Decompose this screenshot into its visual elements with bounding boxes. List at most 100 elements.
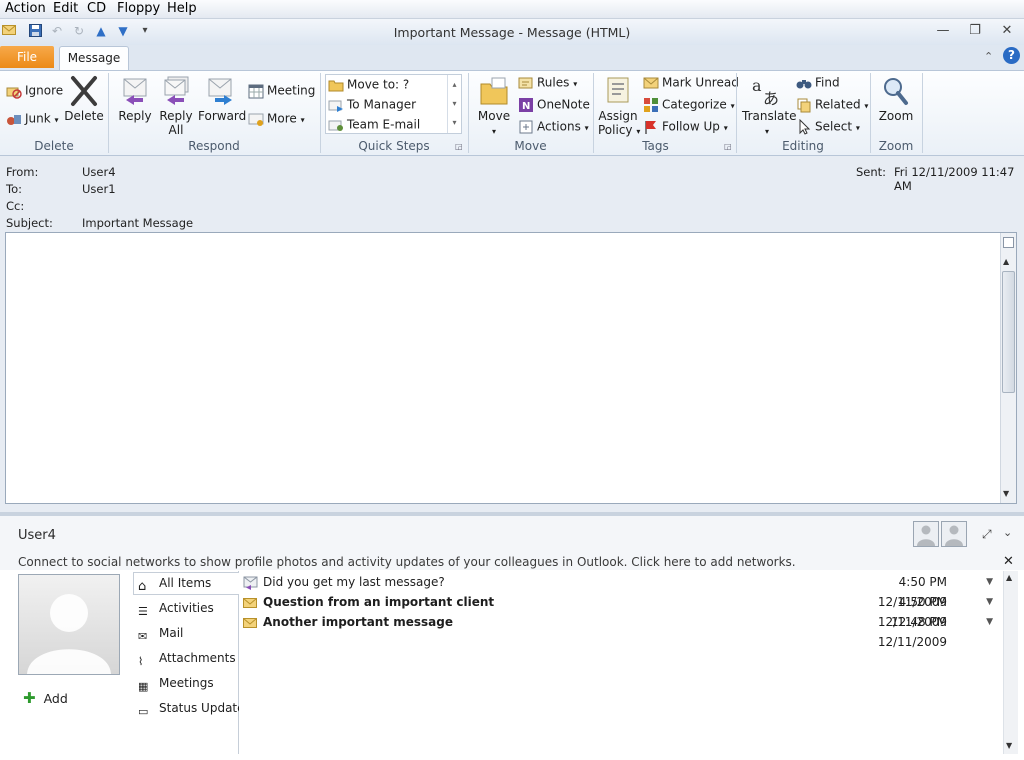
quick-step-to-manager[interactable]: To Manager xyxy=(328,97,416,113)
scroll-up-icon[interactable]: ▲ xyxy=(1006,573,1012,582)
quick-step-team-email[interactable]: Team E-mail xyxy=(328,117,420,133)
follow-up-button[interactable]: Follow Up ▾ xyxy=(643,119,728,135)
chevron-down-icon[interactable]: ▼ xyxy=(986,572,993,592)
ignore-label: Ignore xyxy=(25,83,64,98)
find-button[interactable]: Find xyxy=(796,75,840,91)
expand-icon[interactable]: ⤢ xyxy=(982,527,992,542)
from-label: From: xyxy=(6,165,39,179)
chevron-down-icon[interactable]: ⌄ xyxy=(1003,526,1012,539)
message-body[interactable] xyxy=(5,232,1017,504)
mark-unread-label: Mark Unread xyxy=(662,75,739,90)
close-notice-icon[interactable]: ✕ xyxy=(1003,554,1014,569)
ribbon: Ignore Junk ▾ Delete Delete Reply Reply … xyxy=(0,70,1024,156)
actions-label: Actions xyxy=(537,119,581,134)
binoculars-icon xyxy=(796,75,812,91)
to-value[interactable]: User1 xyxy=(82,182,116,196)
actions-icon xyxy=(518,119,534,135)
unread-mail-icon xyxy=(243,615,257,635)
mark-unread-icon xyxy=(643,75,659,91)
assign-policy-label-1: Assign xyxy=(598,109,638,123)
add-contact-button[interactable]: ✚ Add xyxy=(23,689,68,707)
scroll-up-icon[interactable]: ▲ xyxy=(1003,257,1009,266)
nav-mail[interactable]: ✉ Mail xyxy=(138,622,183,644)
reply-button[interactable]: Reply xyxy=(116,75,154,123)
dialog-launcher-icon[interactable]: ◲ xyxy=(724,142,732,151)
delete-label: Delete xyxy=(64,109,104,123)
item-subject: Did you get my last message? xyxy=(263,575,445,589)
social-networks-notice[interactable]: Connect to social networks to show profi… xyxy=(18,555,796,569)
nav-attachments[interactable]: ⌇ Attachments xyxy=(138,647,236,669)
forward-button[interactable]: Forward xyxy=(198,75,246,123)
group-label-tags: Tags xyxy=(642,139,669,153)
ignore-button[interactable]: Ignore xyxy=(6,83,63,99)
list-item[interactable]: Question from an important client 4:50 P… xyxy=(239,592,1001,629)
menu-action[interactable]: Action xyxy=(5,1,46,16)
translate-button[interactable]: aあ Translate ▾ xyxy=(742,75,797,139)
nav-label: Status Updates xyxy=(159,701,251,715)
chevron-down-icon[interactable]: ▼ xyxy=(986,592,993,612)
menu-help[interactable]: Help xyxy=(167,1,197,16)
rules-label: Rules xyxy=(537,75,570,90)
gallery-scroll[interactable]: ▴ ▾ ▾ xyxy=(447,75,461,133)
activity-list-scrollbar[interactable]: ▲ ▼ xyxy=(1003,571,1018,754)
nav-all-items[interactable]: ⌂ All Items xyxy=(138,572,211,594)
onenote-button[interactable]: N OneNote xyxy=(518,97,590,113)
subject-label: Subject: xyxy=(6,216,53,230)
from-value[interactable]: User4 xyxy=(82,165,116,179)
plus-icon: ✚ xyxy=(23,689,36,707)
zoom-fit-icon[interactable] xyxy=(1003,237,1014,248)
select-label: Select xyxy=(815,119,853,134)
body-scrollbar[interactable]: ▲ ▼ xyxy=(1000,233,1016,503)
scroll-down-icon[interactable]: ▼ xyxy=(1006,741,1012,750)
select-button[interactable]: Select ▾ xyxy=(796,118,860,135)
tab-message[interactable]: Message xyxy=(59,46,129,71)
categorize-button[interactable]: Categorize ▾ xyxy=(643,97,735,113)
team-email-icon xyxy=(328,117,344,133)
scroll-down-icon[interactable]: ▼ xyxy=(1003,489,1009,498)
minimize-ribbon-icon[interactable]: ⌃ xyxy=(984,50,993,63)
zoom-button[interactable]: Zoom xyxy=(876,75,916,123)
menu-cd[interactable]: CD xyxy=(87,1,106,16)
related-button[interactable]: Related ▾ xyxy=(796,97,868,113)
magnifier-icon xyxy=(880,75,912,107)
sent-label: Sent: xyxy=(856,165,887,179)
group-divider xyxy=(922,73,923,153)
minimize-button[interactable]: — xyxy=(934,23,952,39)
scroll-thumb[interactable] xyxy=(1002,271,1015,393)
nav-meetings[interactable]: ▦ Meetings xyxy=(138,672,214,694)
junk-button[interactable]: Junk ▾ xyxy=(6,111,59,127)
list-item[interactable]: Another important message 12:48 PM 12/11… xyxy=(239,612,1001,649)
meeting-button[interactable]: Meeting xyxy=(248,83,315,99)
restore-button[interactable]: ❐ xyxy=(966,23,984,39)
mark-unread-button[interactable]: Mark Unread xyxy=(643,75,739,91)
nav-status-updates[interactable]: ▭ Status Updates xyxy=(138,697,251,719)
reply-icon xyxy=(119,75,151,107)
menu-edit[interactable]: Edit xyxy=(53,1,78,16)
move-button[interactable]: Move ▾ xyxy=(476,75,512,139)
rules-button[interactable]: Rules ▾ xyxy=(518,75,577,91)
assign-policy-button[interactable]: Assign Policy ▾ xyxy=(598,75,640,139)
chevron-down-icon[interactable]: ▼ xyxy=(986,612,993,632)
delete-button[interactable]: Delete xyxy=(64,75,104,123)
nav-activities[interactable]: ☰ Activities xyxy=(138,597,214,619)
dialog-launcher-icon[interactable]: ◲ xyxy=(455,142,463,151)
person-thumbnail-icon[interactable] xyxy=(913,521,939,547)
menu-floppy[interactable]: Floppy xyxy=(117,1,160,16)
tab-file[interactable]: File xyxy=(0,46,54,68)
svg-text:a: a xyxy=(752,76,762,95)
person-thumbnail-icon[interactable] xyxy=(941,521,967,547)
quick-step-move-to[interactable]: Move to: ? xyxy=(328,77,409,93)
help-icon[interactable]: ? xyxy=(1003,47,1020,64)
close-button[interactable]: ✕ xyxy=(998,23,1016,39)
reply-all-button[interactable]: Reply All xyxy=(156,75,196,137)
group-label-zoom: Zoom xyxy=(878,139,914,153)
junk-icon xyxy=(6,111,22,127)
group-label-quick-steps: Quick Steps xyxy=(358,139,430,153)
zoom-label: Zoom xyxy=(878,109,914,123)
actions-button[interactable]: Actions ▾ xyxy=(518,119,589,135)
sent-value: Fri 12/11/2009 11:47 AM xyxy=(894,165,1015,193)
more-respond-button[interactable]: More ▾ xyxy=(248,111,305,127)
list-item[interactable]: Did you get my last message? 4:50 PM 12/… xyxy=(239,572,1001,609)
home-icon: ⌂ xyxy=(138,578,147,594)
contact-name: User4 xyxy=(18,528,56,543)
